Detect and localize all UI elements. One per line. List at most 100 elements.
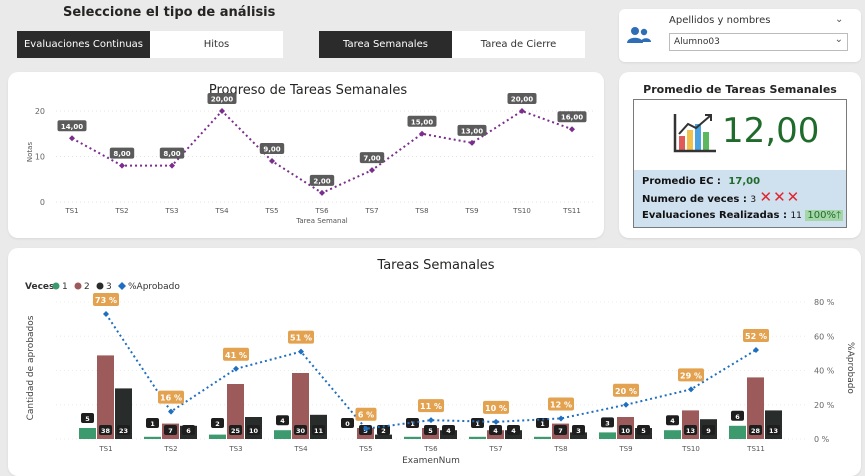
bar-label: 1 [410, 420, 415, 428]
bar-label: 4 [280, 417, 285, 425]
toggle-evaluaciones-continuas[interactable]: Evaluaciones Continuas [17, 31, 150, 58]
pct-label: 52 % [745, 332, 767, 341]
x-tick-label: TS5 [358, 445, 372, 453]
legend-marker [96, 282, 104, 290]
pct-label: 41 % [225, 351, 247, 360]
x-marks-icon: ✕✕✕ [759, 188, 801, 206]
kpi-top-panel: 12,00 [634, 100, 846, 170]
toggle-tarea-de-cierre[interactable]: Tarea de Cierre [452, 31, 585, 58]
line-chart: 0 10 20 Notas Tarea Semanal TS1 14,00 TS2 8,00 TS… [26, 93, 594, 225]
numero-veces-label: Numero de veces : [642, 194, 747, 205]
x-axis-label: Tarea Semanal [295, 217, 348, 225]
y-axis-label: Cantidad de aprobados [26, 315, 36, 420]
student-select[interactable]: Alumno03 ⌄ [669, 33, 848, 51]
bar-label: 7 [168, 427, 173, 435]
promedio-ec-row: Promedio EC : 17,00 [642, 176, 760, 187]
bar [274, 430, 291, 439]
data-point [169, 162, 175, 169]
data-label: 20,00 [511, 96, 533, 104]
bar-label: 1 [540, 420, 545, 428]
x-tick-label: TS4 [214, 207, 229, 215]
legend-marker [118, 282, 126, 290]
bar-label: 13 [769, 427, 778, 435]
promedio-ec-value: 17,00 [728, 176, 761, 187]
toggle-tarea-semanales[interactable]: Tarea Semanales [319, 31, 452, 58]
pct-label: 12 % [550, 400, 572, 409]
data-point [569, 126, 575, 133]
pct-label: 29 % [680, 371, 702, 380]
bar [534, 436, 551, 439]
chevron-down-icon[interactable]: ⌄ [835, 14, 843, 25]
toggle-hitos[interactable]: Hitos [150, 31, 283, 58]
y2-tick-label: 60 % [814, 332, 835, 341]
data-label: 9,00 [263, 146, 280, 154]
x-tick-label: TS9 [618, 445, 632, 453]
x-axis-label: ExamenNum [402, 456, 460, 466]
evaluaciones-label: Evaluaciones Realizadas : [642, 210, 787, 221]
bar-label: 10 [621, 427, 631, 435]
bar-label: 6 [735, 413, 740, 421]
bar [729, 425, 746, 439]
data-point [69, 135, 75, 142]
data-point [269, 158, 275, 165]
bar-chart: Veces 1 2 3 %Aprobado0 %20 %40 %60 %80 %Cant… [25, 282, 855, 466]
pct-label: 10 % [485, 404, 507, 413]
pct-point [688, 386, 694, 393]
bar [599, 432, 616, 439]
data-point [369, 167, 375, 174]
pct-label: 11 % [420, 402, 442, 411]
evaluaciones-value: 11 [790, 211, 802, 221]
bar-label: 1 [150, 420, 155, 428]
filter-label: Apellidos y nombres [669, 15, 771, 26]
arrow-up-icon: 🡑 [835, 210, 842, 221]
x-tick-label: TS10 [681, 445, 700, 453]
y-tick-label: 0 [40, 198, 45, 207]
pct-label: 73 % [95, 296, 117, 305]
x-tick-label: TS4 [293, 445, 308, 453]
y-axis-label: Notas [26, 142, 34, 163]
bar-label: 13 [686, 427, 695, 435]
legend-label: 2 [84, 282, 90, 292]
y-tick-label: 10 [35, 153, 45, 162]
page-title: Seleccione el tipo de análisis [63, 5, 276, 20]
pct-label: 51 % [290, 334, 312, 343]
bar-label: 4 [446, 427, 451, 435]
legend-label: 1 [62, 282, 68, 292]
data-label: 20,00 [211, 96, 233, 104]
x-tick-label: TS3 [228, 445, 242, 453]
x-tick-label: TS7 [488, 445, 502, 453]
data-label: 8,00 [113, 150, 130, 158]
chart-growth-icon [672, 112, 718, 158]
pct-point [103, 310, 109, 317]
users-icon [627, 26, 651, 48]
x-tick-label: TS6 [314, 207, 329, 215]
numero-veces-value: 3 [750, 195, 757, 205]
data-point [319, 189, 325, 196]
bar-label: 30 [296, 427, 306, 435]
pct-label: 20 % [615, 387, 637, 396]
bar-label: 38 [101, 427, 111, 435]
y2-tick-label: 40 % [814, 367, 835, 376]
y2-axis-label: %Aprobado [845, 342, 855, 394]
bar-label: 2 [381, 427, 386, 435]
y2-tick-label: 0 % [814, 435, 830, 444]
bar [404, 436, 421, 439]
y2-tick-label: 20 % [814, 401, 835, 410]
y-tick-label: 20 [35, 107, 45, 116]
bar-label: 5 [85, 415, 90, 423]
data-label: 8,00 [163, 150, 180, 158]
bar [209, 434, 226, 439]
legend-marker [74, 282, 82, 290]
x-tick-label: TS6 [423, 445, 438, 453]
bar [79, 428, 96, 439]
x-tick-label: TS3 [164, 207, 178, 215]
pct-badge: 100%🡑 [805, 210, 844, 221]
x-tick-label: TS1 [64, 207, 78, 215]
y2-tick-label: 80 % [814, 298, 835, 307]
x-tick-label: TS11 [562, 207, 581, 215]
data-label: 14,00 [61, 123, 83, 131]
bar-label: 2 [215, 420, 220, 428]
bar-label: 11 [314, 427, 324, 435]
pct-point [428, 417, 434, 424]
x-tick-label: TS10 [512, 207, 531, 215]
